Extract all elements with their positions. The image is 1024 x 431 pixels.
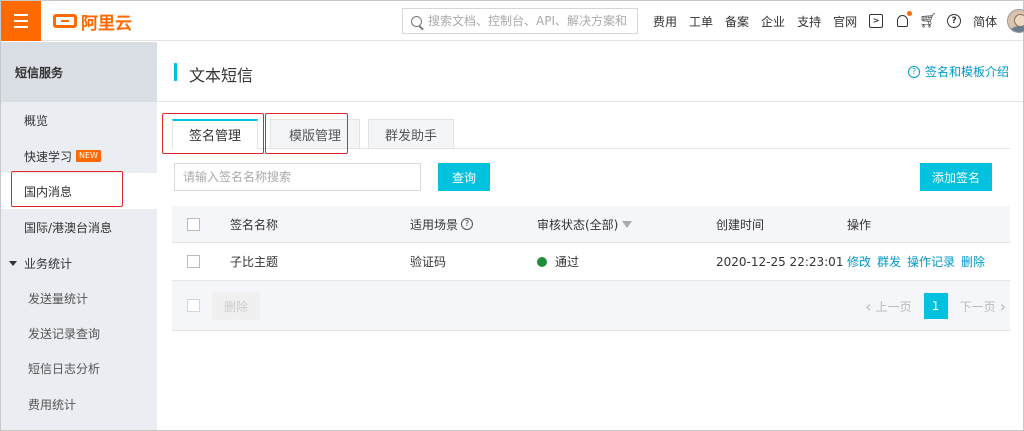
table-row: 子比主题 验证码 通过 2020-12-25 22:23:01 修改 群发 操作… <box>172 243 1010 281</box>
nav-tickets[interactable]: 工单 <box>689 13 713 30</box>
prev-page-label: 上一页 <box>875 299 912 314</box>
operation-log-link[interactable]: 操作记录 <box>907 253 955 270</box>
title-accent-bar <box>174 63 177 81</box>
logo-mark-icon <box>53 14 77 28</box>
nav-fees[interactable]: 费用 <box>653 13 677 30</box>
top-nav: 费用 工单 备案 企业 支持 官网 > 🛒︎ ? 简体 <box>653 1 1024 41</box>
next-page-button[interactable]: 下一页 › <box>960 297 1010 316</box>
next-page-label: 下一页 <box>959 299 996 314</box>
status-text: 通过 <box>555 255 580 269</box>
status-badge: 通过 <box>537 243 579 280</box>
search-icon <box>411 15 422 27</box>
table-footer: 删除 ‹ 上一页 1 下一页 › <box>172 281 1010 331</box>
nav-support[interactable]: 支持 <box>797 13 821 30</box>
chevron-right-icon: › <box>999 296 1006 316</box>
sidebar-item-cost-stats[interactable]: 费用统计 <box>1 386 157 422</box>
col-status-label: 审核状态(全部) <box>537 217 619 232</box>
filter-icon[interactable] <box>622 220 633 228</box>
tab-bar: 签名管理 模版管理 群发助手 <box>162 113 1010 154</box>
page-header: 文本短信 ? 签名和模板介绍 <box>157 42 1023 102</box>
sidebar-title: 短信服务 <box>1 42 157 102</box>
bulk-delete-button[interactable]: 删除 <box>212 292 260 320</box>
chevron-left-icon: ‹ <box>865 296 872 316</box>
sidebar-item-send-stats[interactable]: 发送量统计 <box>1 280 157 316</box>
col-scene: 适用场景 ? <box>410 206 474 242</box>
current-page[interactable]: 1 <box>923 293 948 319</box>
sidebar-item-overview[interactable]: 概览 <box>1 102 157 138</box>
highlight-box <box>265 113 348 154</box>
edit-link[interactable]: 修改 <box>847 253 871 270</box>
add-signature-button[interactable]: 添加签名 <box>920 163 992 191</box>
query-button[interactable]: 查询 <box>438 163 490 191</box>
logo-text: 阿里云 <box>81 13 132 34</box>
signature-table: 签名名称 适用场景 ? 审核状态(全部) 创建时间 操作 子比主题 验证码 通过… <box>172 206 1010 331</box>
sidebar-item-label: 国际/港澳台消息 <box>24 220 113 235</box>
col-scene-label: 适用场景 <box>410 217 459 232</box>
help-link-label: 签名和模板介绍 <box>924 65 1009 79</box>
main-content: 文本短信 ? 签名和模板介绍 签名管理 模版管理 群发助手 查询 添加签名 签名… <box>157 42 1023 430</box>
highlight-box <box>11 171 123 207</box>
sidebar-item-label: 发送量统计 <box>28 291 89 306</box>
caret-down-icon <box>9 260 17 266</box>
sidebar: 短信服务 概览 快速学习 NEW 国内消息 国际/港澳台消息 业务统计 发送量统… <box>1 42 157 430</box>
delete-link[interactable]: 删除 <box>961 253 985 270</box>
bell-icon[interactable] <box>895 11 913 28</box>
global-search[interactable] <box>402 8 638 34</box>
language-switch[interactable]: 简体 <box>973 13 997 30</box>
help-icon[interactable]: ? <box>947 14 962 28</box>
tab-bulk-sender[interactable]: 群发助手 <box>368 119 454 149</box>
sidebar-group-stats[interactable]: 业务统计 <box>1 245 157 281</box>
user-avatar[interactable] <box>1007 9 1024 33</box>
sidebar-item-label: 发送记录查询 <box>28 326 101 341</box>
terminal-icon[interactable]: > <box>869 14 884 28</box>
question-icon: ? <box>907 65 920 78</box>
col-actions: 操作 <box>847 217 872 232</box>
aliyun-logo[interactable]: 阿里云 <box>53 10 132 34</box>
footer-select-checkbox[interactable] <box>187 299 200 312</box>
signature-scene: 验证码 <box>410 255 447 269</box>
highlight-box <box>162 113 264 154</box>
select-all-checkbox[interactable] <box>187 217 200 231</box>
hamburger-menu-icon[interactable] <box>1 1 41 41</box>
sidebar-item-send-records[interactable]: 发送记录查询 <box>1 315 157 351</box>
top-bar: 阿里云 费用 工单 备案 企业 支持 官网 > 🛒︎ ? 简体 <box>1 1 1024 41</box>
help-link[interactable]: ? 签名和模板介绍 <box>907 63 1009 80</box>
cart-icon[interactable]: 🛒︎ <box>919 14 937 28</box>
sidebar-item-label: 业务统计 <box>24 256 73 271</box>
question-icon[interactable]: ? <box>461 218 474 230</box>
col-name: 签名名称 <box>230 217 279 232</box>
col-created: 创建时间 <box>716 217 765 232</box>
new-badge: NEW <box>76 150 101 162</box>
table-header: 签名名称 适用场景 ? 审核状态(全部) 创建时间 操作 <box>172 206 1010 243</box>
row-checkbox[interactable] <box>187 255 200 268</box>
sidebar-item-label: 费用统计 <box>28 397 77 412</box>
global-search-input[interactable] <box>428 14 628 28</box>
created-time: 2020-12-25 22:23:01 <box>716 254 844 269</box>
signature-name: 子比主题 <box>230 255 279 269</box>
sidebar-item-log-analysis[interactable]: 短信日志分析 <box>1 350 157 386</box>
nav-website[interactable]: 官网 <box>833 13 857 30</box>
page-title: 文本短信 <box>189 66 254 85</box>
sidebar-item-label: 概览 <box>24 113 49 128</box>
nav-enterprise[interactable]: 企业 <box>761 13 785 30</box>
sidebar-item-label: 短信日志分析 <box>28 361 101 376</box>
row-actions: 修改 群发 操作记录 删除 <box>847 243 991 280</box>
signature-search-input[interactable] <box>174 163 421 191</box>
sidebar-item-international[interactable]: 国际/港澳台消息 <box>1 209 157 245</box>
status-dot-icon <box>537 256 547 267</box>
col-status[interactable]: 审核状态(全部) <box>537 206 633 242</box>
sidebar-item-label: 快速学习 <box>24 149 73 164</box>
bulk-send-link[interactable]: 群发 <box>877 253 901 270</box>
sidebar-item-quickstart[interactable]: 快速学习 NEW <box>1 138 157 174</box>
prev-page-button[interactable]: ‹ 上一页 <box>861 297 911 316</box>
nav-icp[interactable]: 备案 <box>725 13 749 30</box>
pagination: ‹ 上一页 1 下一页 › <box>861 293 1010 319</box>
